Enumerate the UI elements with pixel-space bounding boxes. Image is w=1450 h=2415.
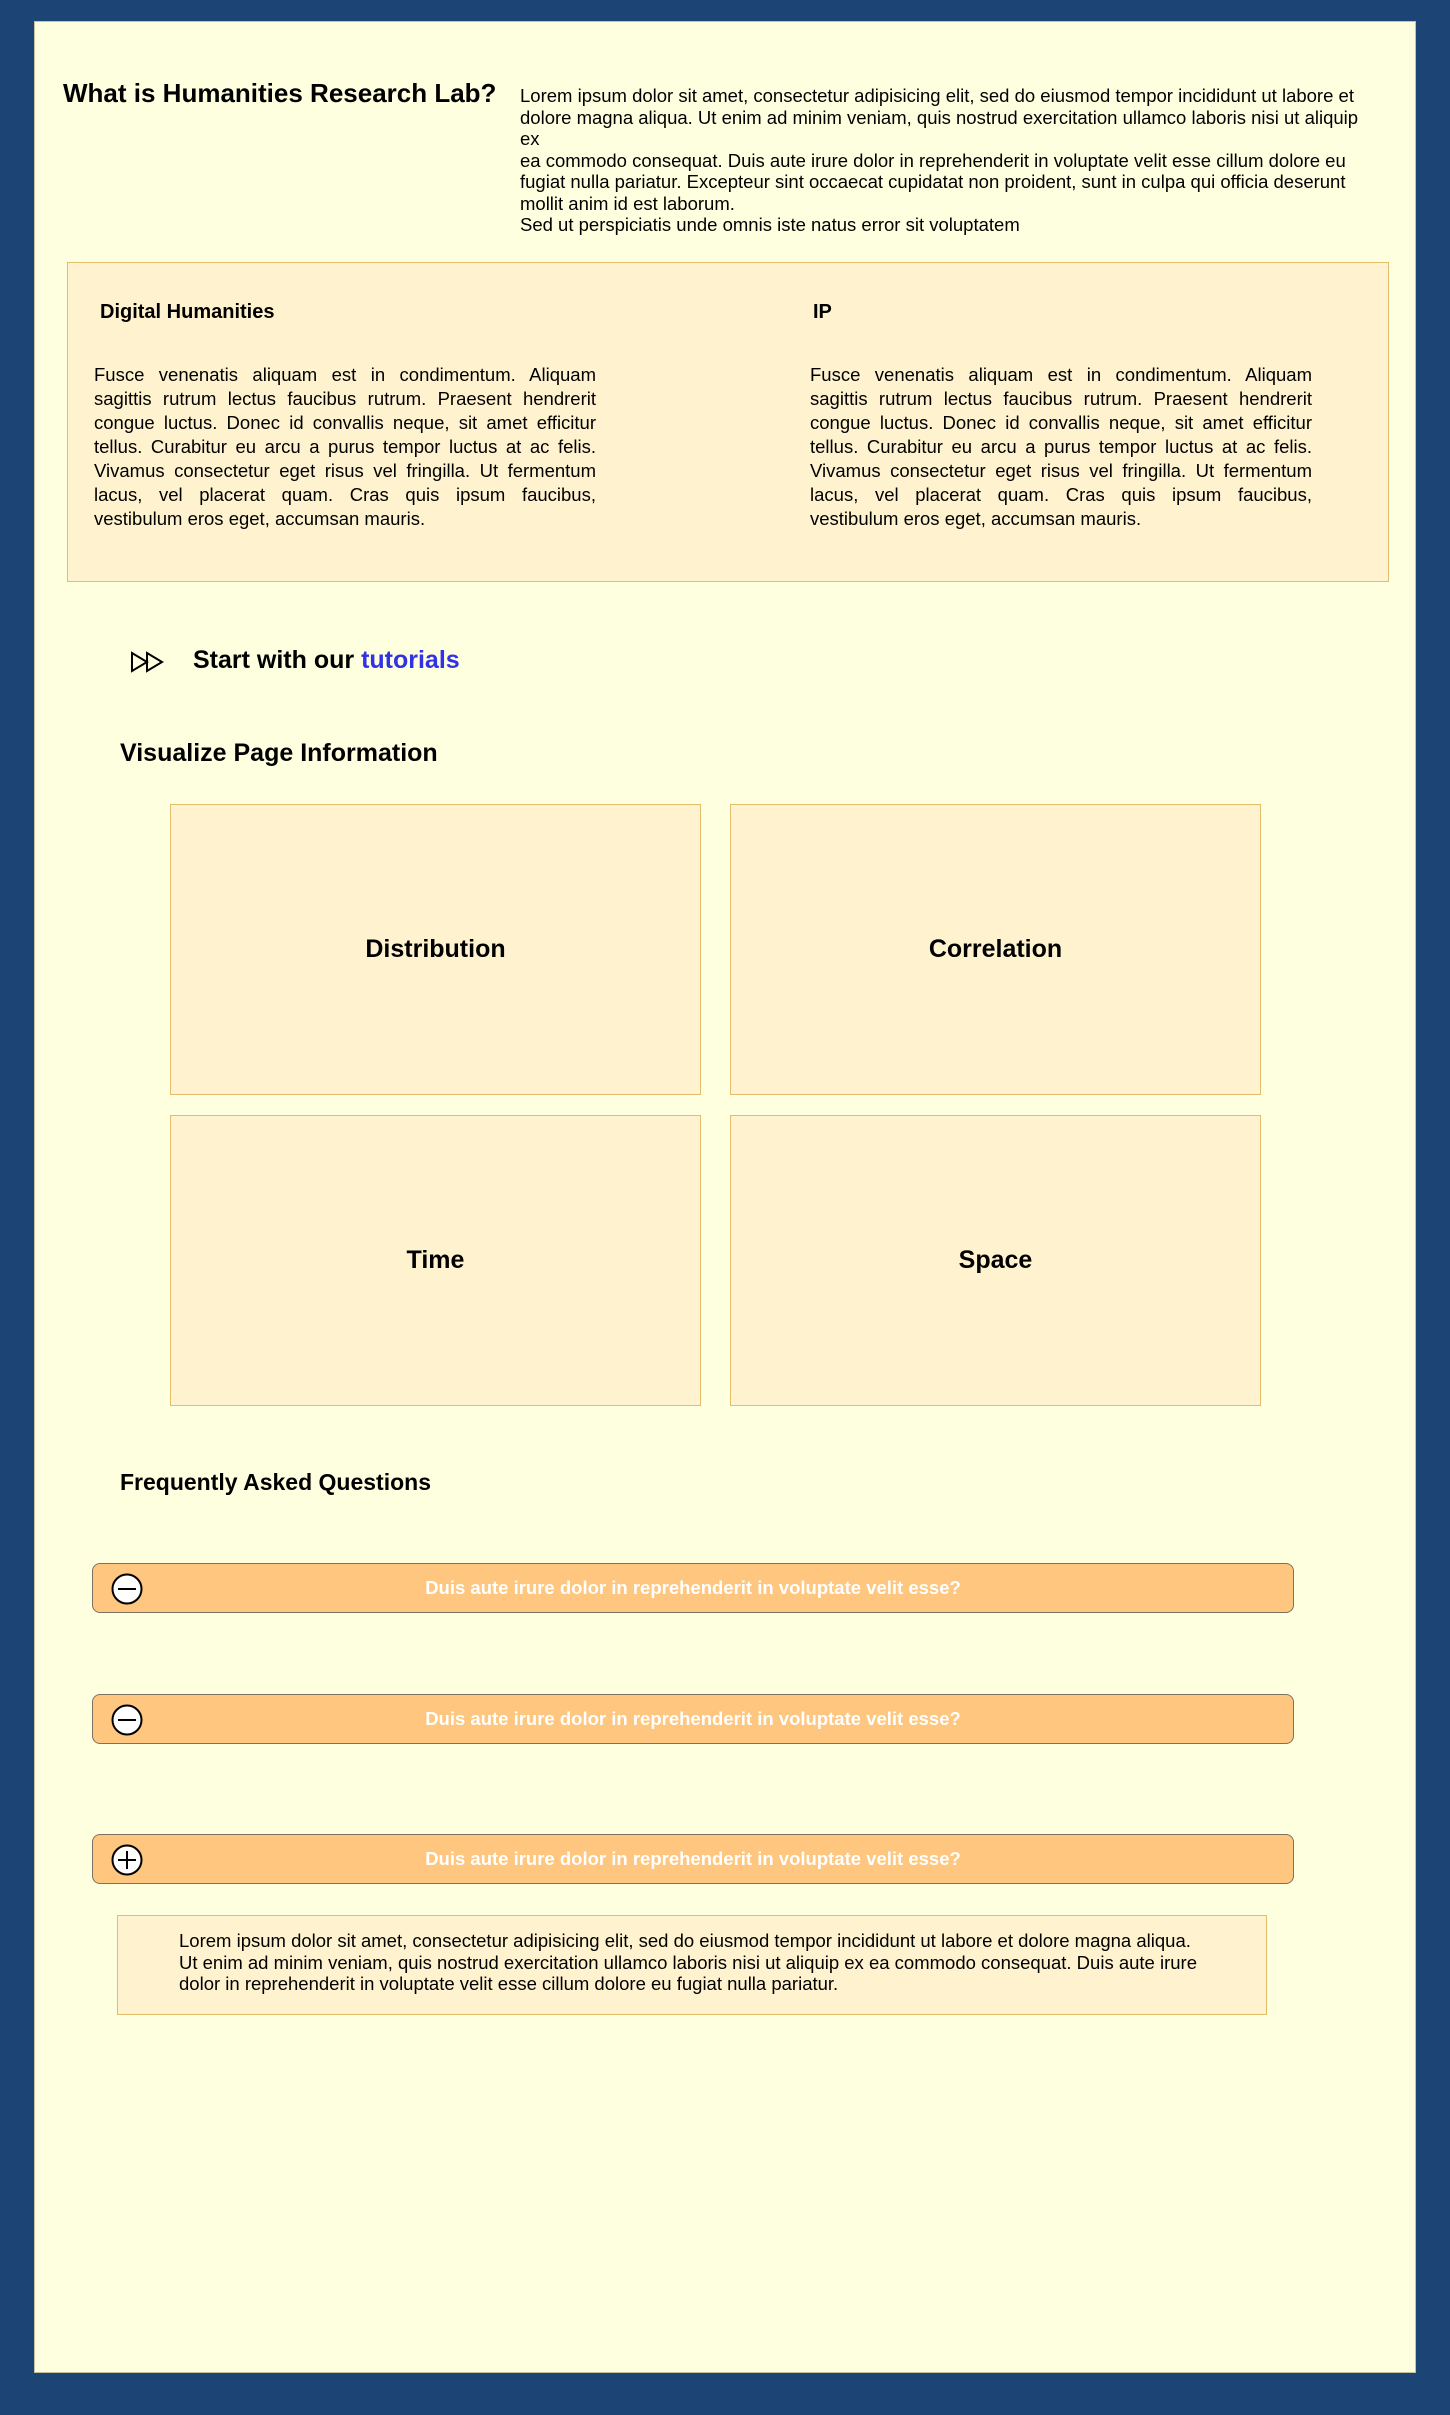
intro-line: Sed ut perspiciatis unde omnis iste natu… xyxy=(520,214,1020,235)
tutorials-link[interactable]: tutorials xyxy=(361,646,460,674)
faq-item-3[interactable]: Duis aute irure dolor in reprehenderit i… xyxy=(92,1834,1294,1884)
space-card[interactable]: Space xyxy=(730,1115,1261,1406)
intro-line: mollit anim id est laborum. xyxy=(520,192,735,214)
faq-question: Duis aute irure dolor in reprehenderit i… xyxy=(425,1577,961,1598)
intro-line: fugiat nulla pariatur. Excepteur sint oc… xyxy=(520,171,1346,192)
faq-question: Duis aute irure dolor in reprehenderit i… xyxy=(425,1708,961,1729)
intro-line: ea commodo consequat. Duis aute irure do… xyxy=(520,149,1346,171)
faq-answer-panel: Lorem ipsum dolor sit amet, consectetur … xyxy=(117,1915,1267,2015)
page-frame: What is Humanities Research Lab? Lorem i… xyxy=(34,21,1416,2373)
digital-humanities-title: Digital Humanities xyxy=(100,301,275,323)
distribution-card[interactable]: Distribution xyxy=(170,804,701,1095)
time-card[interactable]: Time xyxy=(170,1115,701,1406)
intro-title: What is Humanities Research Lab? xyxy=(63,78,497,108)
digital-humanities-text: Fusce venenatis aliquam est in condiment… xyxy=(94,364,596,529)
faq-item-1[interactable]: Duis aute irure dolor in reprehenderit i… xyxy=(92,1563,1294,1613)
correlation-card[interactable]: Correlation xyxy=(730,804,1261,1095)
faq-item-2[interactable]: Duis aute irure dolor in reprehenderit i… xyxy=(92,1694,1294,1744)
faq-answer-text: Lorem ipsum dolor sit amet, consectetur … xyxy=(179,1930,1197,1994)
info-panel: Digital Humanities Fusce venenatis aliqu… xyxy=(67,262,1389,582)
visualize-title: Visualize Page Information xyxy=(120,739,438,767)
faq-title: Frequently Asked Questions xyxy=(120,1469,431,1495)
tutorial-callout: Start with our tutorials xyxy=(193,646,460,675)
intro-line: Lorem ipsum dolor sit amet, consectetur … xyxy=(520,85,1354,106)
faq-question: Duis aute irure dolor in reprehenderit i… xyxy=(425,1848,961,1869)
fast-forward-icon xyxy=(131,651,164,673)
tutorial-prefix: Start with our xyxy=(193,646,362,674)
intro-text: Lorem ipsum dolor sit amet, consectetur … xyxy=(520,85,1380,236)
ip-title: IP xyxy=(813,301,832,323)
ip-text: Fusce venenatis aliquam est in condiment… xyxy=(810,364,1312,529)
intro-line: dolore magna aliqua. Ut enim ad minim ve… xyxy=(520,106,1359,150)
